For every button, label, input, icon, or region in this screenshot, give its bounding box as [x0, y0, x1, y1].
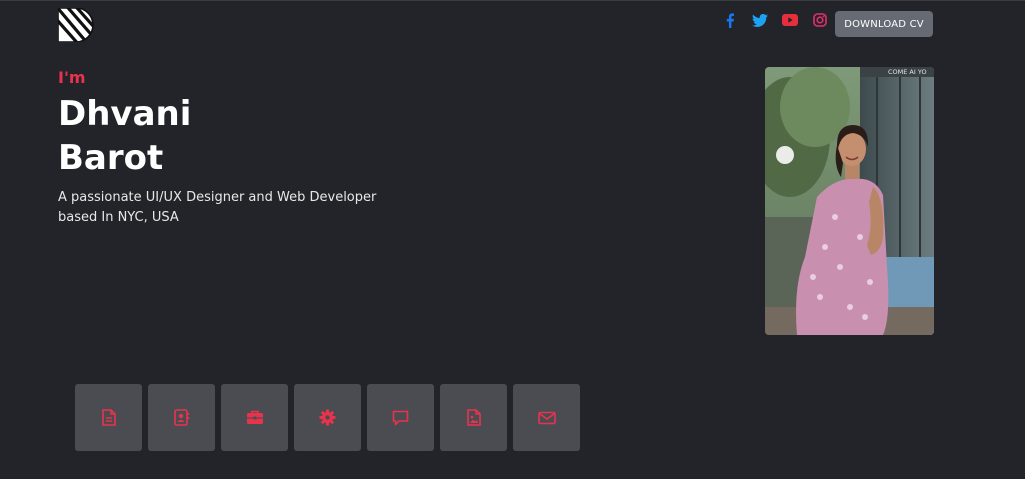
tile-services[interactable] — [294, 384, 361, 451]
tagline: A passionate UI/UX Designer and Web Deve… — [58, 188, 418, 228]
tile-gallery[interactable] — [440, 384, 507, 451]
striped-logo-icon[interactable] — [57, 7, 94, 43]
youtube-icon[interactable] — [782, 12, 798, 28]
briefcase-icon — [246, 410, 263, 424]
tagline-line-2: based In NYC, USA — [58, 210, 179, 225]
envelope-icon — [537, 411, 556, 424]
gear-icon — [319, 409, 336, 426]
download-cv-button[interactable]: DOWNLOAD CV — [835, 11, 933, 37]
tile-portfolio[interactable] — [221, 384, 288, 451]
facebook-icon[interactable] — [722, 12, 738, 28]
social-links — [722, 12, 842, 28]
tile-contact[interactable] — [148, 384, 215, 451]
chat-icon — [392, 410, 409, 425]
document-icon — [101, 409, 116, 426]
last-name: Barot — [58, 138, 164, 178]
profile-photo: COME AI YO — [765, 67, 934, 335]
tile-testimonials[interactable] — [367, 384, 434, 451]
tile-document[interactable] — [75, 384, 142, 451]
image-file-icon — [466, 409, 481, 426]
hero-name: Dhvani Barot — [58, 92, 191, 180]
photo-sign-text: COME AI YO — [888, 68, 927, 76]
twitter-icon[interactable] — [752, 12, 768, 28]
first-name: Dhvani — [58, 94, 192, 134]
top-border — [0, 0, 1025, 1]
tagline-line-1: A passionate UI/UX Designer and Web Deve… — [58, 190, 377, 205]
tile-contact-mail[interactable] — [513, 384, 580, 451]
nav-tiles — [75, 384, 586, 451]
instagram-icon[interactable] — [812, 12, 828, 28]
greeting: I'm — [58, 68, 86, 87]
contact-card-icon — [173, 409, 189, 426]
